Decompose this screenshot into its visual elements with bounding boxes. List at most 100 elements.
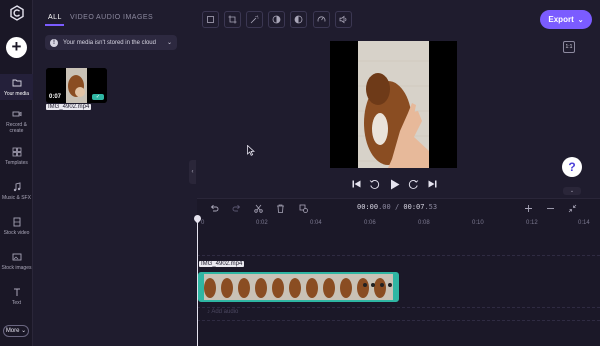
ruler-tick-label: 0 bbox=[201, 220, 205, 226]
media-panel bbox=[34, 0, 189, 346]
rail-item-record-create[interactable]: Record & create bbox=[0, 108, 33, 136]
ruler-tick-label: 0:06 bbox=[364, 220, 376, 226]
timecode-display: 00:00.00 / 00:07.53 bbox=[357, 203, 438, 211]
forward-button[interactable] bbox=[406, 178, 420, 190]
chevron-down-icon: ⌄ bbox=[166, 40, 172, 46]
volume-icon bbox=[339, 15, 347, 24]
add-audio-label: Add audio bbox=[211, 309, 239, 315]
filters-button[interactable] bbox=[290, 11, 307, 28]
current-time: 00:00 bbox=[357, 203, 379, 211]
skip-forward-icon bbox=[428, 180, 436, 188]
track-divider bbox=[197, 320, 600, 321]
rail-item-label: Music & SFX bbox=[2, 195, 31, 201]
track-divider bbox=[197, 255, 600, 256]
rail-item-label: Your media bbox=[3, 91, 30, 97]
cloud-storage-notice[interactable]: ! Your media isn't stored in the cloud ⌄ bbox=[45, 35, 177, 50]
add-audio-track[interactable]: ♪ Add audio bbox=[207, 309, 238, 315]
rail-item-templates[interactable]: Templates bbox=[0, 146, 33, 168]
speed-button[interactable] bbox=[313, 11, 330, 28]
rail-item-stock-video[interactable]: Stock video bbox=[0, 216, 33, 238]
duplicate-icon bbox=[299, 204, 308, 213]
tab-video[interactable]: VIDEO bbox=[70, 14, 94, 21]
total-time-frac: .53 bbox=[424, 203, 438, 211]
minus-icon bbox=[546, 207, 554, 209]
rail-item-label: Stock video bbox=[3, 230, 30, 236]
active-tab-indicator bbox=[45, 24, 64, 26]
media-duration: 0:07 bbox=[49, 94, 62, 100]
adjust-colors-button[interactable] bbox=[268, 11, 285, 28]
ruler-tick-label: 0:10 bbox=[472, 220, 484, 226]
magic-icon bbox=[250, 15, 259, 24]
magic-button[interactable] bbox=[246, 11, 263, 28]
current-time-frac: .00 bbox=[378, 203, 391, 211]
info-icon: ! bbox=[50, 38, 58, 47]
rail-item-music-sfx[interactable]: Music & SFX bbox=[0, 181, 33, 203]
play-icon bbox=[391, 179, 400, 189]
crop-icon bbox=[207, 16, 214, 23]
skip-back-button[interactable] bbox=[350, 178, 362, 190]
ruler-tick-label: 0:14 bbox=[578, 220, 590, 226]
media-thumbnail[interactable]: 0:07 ✓ bbox=[46, 68, 107, 103]
export-label: Export bbox=[548, 15, 574, 24]
rail-item-stock-images[interactable]: Stock images bbox=[0, 251, 33, 273]
notice-text: Your media isn't stored in the cloud bbox=[63, 39, 156, 46]
clip-filmstrip bbox=[200, 274, 397, 300]
export-button[interactable]: Export ⌄ bbox=[540, 10, 592, 29]
image-icon bbox=[12, 253, 21, 261]
check-icon: ✓ bbox=[92, 94, 104, 100]
trash-icon bbox=[276, 204, 284, 213]
redo-icon bbox=[232, 204, 240, 212]
tab-audio[interactable]: AUDIO bbox=[96, 14, 121, 21]
ruler-tick-label: 0:04 bbox=[310, 220, 322, 226]
aspect-ratio-button[interactable]: 1:1 bbox=[563, 41, 575, 53]
crop-button[interactable] bbox=[202, 11, 219, 28]
tab-images[interactable]: IMAGES bbox=[123, 14, 153, 21]
music-icon bbox=[13, 182, 20, 192]
duplicate-button[interactable] bbox=[297, 202, 309, 214]
rail-item-label: Templates bbox=[5, 160, 28, 166]
film-icon bbox=[13, 217, 20, 227]
video-clip[interactable] bbox=[198, 272, 399, 302]
more-button[interactable]: More ⌄ bbox=[3, 325, 29, 337]
rail-item-text[interactable]: Text bbox=[0, 286, 33, 308]
playhead-line[interactable] bbox=[197, 218, 198, 346]
rail-item-label: Stock images bbox=[1, 265, 32, 271]
resize-icon bbox=[228, 15, 237, 24]
tab-all[interactable]: ALL bbox=[48, 14, 62, 21]
rewind-button[interactable] bbox=[367, 178, 381, 190]
split-button[interactable] bbox=[252, 202, 264, 214]
speed-icon bbox=[317, 16, 326, 22]
ruler-tick-label: 0:12 bbox=[526, 220, 538, 226]
rewind-5s-icon bbox=[369, 179, 379, 189]
play-button[interactable] bbox=[388, 178, 402, 190]
mouse-cursor-icon bbox=[247, 145, 255, 156]
resize-button[interactable] bbox=[224, 11, 241, 28]
chevron-down-icon: ⌄ bbox=[577, 16, 584, 24]
undo-button[interactable] bbox=[208, 202, 220, 214]
collapse-panel-button[interactable]: ‹ bbox=[189, 160, 196, 184]
skip-forward-button[interactable] bbox=[426, 178, 438, 190]
text-icon bbox=[13, 288, 20, 296]
zoom-out-button[interactable] bbox=[544, 202, 556, 214]
track-divider bbox=[197, 307, 600, 308]
help-button[interactable]: ? bbox=[562, 157, 582, 177]
collapse-chevron[interactable]: ⌄ bbox=[563, 187, 581, 195]
camera-icon bbox=[12, 111, 21, 117]
preview-frame-image bbox=[330, 41, 457, 168]
ruler-tick-label: 0:08 bbox=[418, 220, 430, 226]
add-media-button[interactable]: + bbox=[6, 37, 27, 58]
plus-icon bbox=[524, 204, 532, 212]
clipchamp-logo[interactable] bbox=[6, 4, 27, 22]
redo-button[interactable] bbox=[230, 202, 242, 214]
delete-button[interactable] bbox=[274, 202, 286, 214]
fit-timeline-button[interactable] bbox=[566, 202, 578, 214]
more-label: More bbox=[5, 328, 20, 334]
contrast-icon bbox=[272, 15, 281, 24]
media-filename: IMG_4902.mp4 bbox=[46, 104, 92, 110]
logo-icon bbox=[9, 5, 24, 21]
ruler-tick-label: 0:02 bbox=[256, 220, 268, 226]
rail-item-your-media[interactable]: Your media bbox=[0, 74, 33, 100]
video-preview[interactable] bbox=[330, 41, 457, 168]
zoom-in-button[interactable] bbox=[522, 202, 534, 214]
volume-button[interactable] bbox=[335, 11, 352, 28]
